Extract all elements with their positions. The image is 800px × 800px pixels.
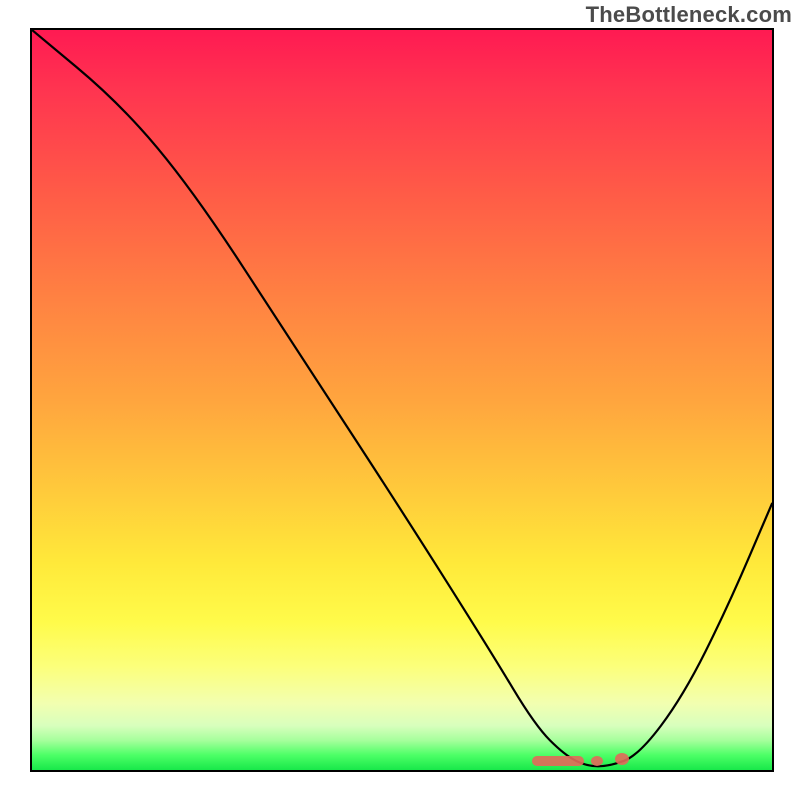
bottleneck-curve <box>32 30 772 770</box>
marker-pill-left <box>532 756 584 766</box>
marker-dot-right <box>615 753 629 765</box>
marker-dot-mid <box>591 756 603 766</box>
chart-container: TheBottleneck.com <box>0 0 800 800</box>
watermark-text: TheBottleneck.com <box>586 2 792 28</box>
plot-frame <box>30 28 774 772</box>
curve-path <box>32 30 772 766</box>
